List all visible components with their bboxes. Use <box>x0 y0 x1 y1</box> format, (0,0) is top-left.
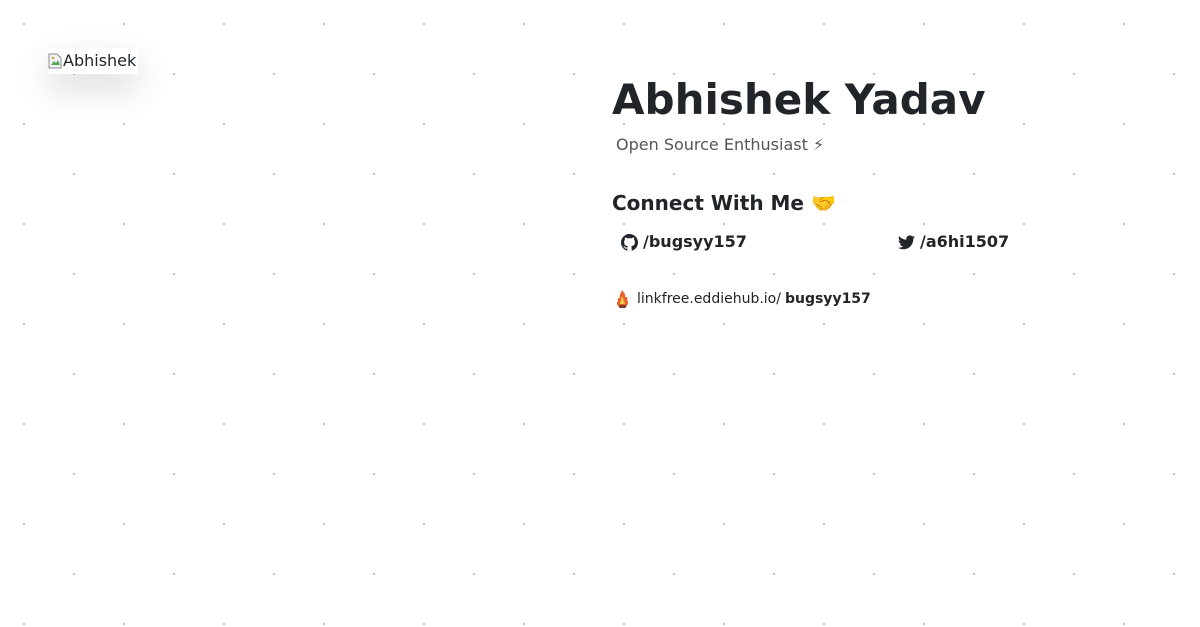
linkfree-username: bugsyy157 <box>784 291 871 307</box>
avatar: Abhishek <box>48 48 138 74</box>
linkfree-logo-icon <box>616 290 629 308</box>
linkfree-domain: linkfree.eddiehub.io/ <box>637 291 781 307</box>
twitter-handle: /a6hi1507 <box>920 232 1010 251</box>
connect-heading: Connect With Me 🤝 <box>612 191 836 215</box>
profile-tagline: Open Source Enthusiast ⚡ <box>616 135 825 154</box>
github-icon <box>621 233 638 251</box>
twitter-icon <box>898 234 915 249</box>
avatar-alt-text: Abhishek <box>63 51 137 70</box>
github-handle: /bugsyy157 <box>643 232 747 251</box>
linkfree-link[interactable]: linkfree.eddiehub.io/ bugsyy157 <box>614 289 871 309</box>
twitter-link[interactable]: /a6hi1507 <box>898 231 1009 253</box>
github-link[interactable]: /bugsyy157 <box>621 231 747 253</box>
profile-name: Abhishek Yadav <box>612 75 986 124</box>
broken-image-icon <box>48 53 62 69</box>
